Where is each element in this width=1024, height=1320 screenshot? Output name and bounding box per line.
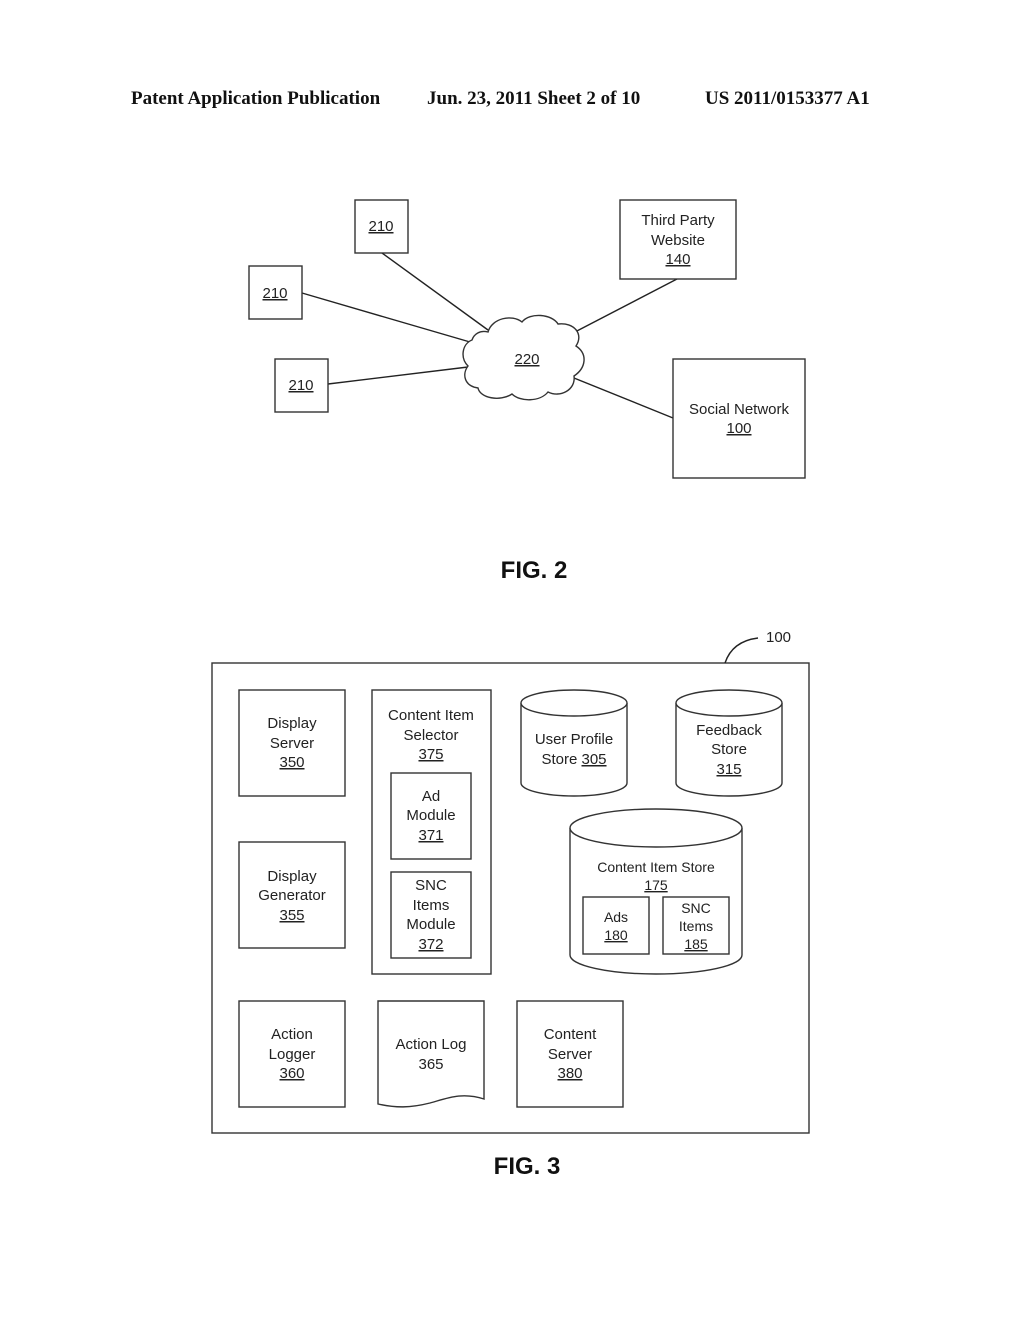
- action-log-ref: 365: [418, 1056, 443, 1073]
- fig2-caption: FIG. 2: [501, 557, 568, 584]
- display-server-line2: Server: [270, 735, 314, 752]
- user-profile-store-line1: User Profile: [535, 731, 613, 748]
- content-item-selector-375: Content Item Selector 375 Ad Module 371 …: [371, 689, 492, 975]
- content-server-line1: Content: [544, 1026, 597, 1043]
- ad-module-line1: Ad: [422, 788, 440, 805]
- display-server-350: Display Server 350: [238, 689, 346, 797]
- display-generator-355: Display Generator 355: [238, 841, 346, 949]
- content-item-selector-line1: Content Item: [388, 707, 474, 724]
- display-server-line1: Display: [267, 715, 317, 732]
- third-party-ref: 140: [665, 251, 690, 268]
- display-generator-line1: Display: [267, 868, 317, 885]
- edge-client-mid-network: [301, 292, 471, 343]
- ads-ref: 180: [604, 927, 628, 943]
- client-device-210-bottom: 210: [274, 358, 329, 413]
- user-profile-store-prefix: Store: [541, 751, 581, 768]
- snc-items-module-line1: SNC: [415, 877, 447, 894]
- action-logger-line1: Action: [271, 1026, 313, 1043]
- network-ref: 220: [514, 351, 539, 368]
- ref-leader-line: [724, 637, 759, 664]
- feedback-store-line2: Store: [711, 741, 747, 758]
- display-generator-line2: Generator: [258, 887, 326, 904]
- social-network-ref: 100: [726, 420, 751, 437]
- content-item-store-label: Content Item Store: [597, 859, 715, 875]
- patent-figures: 210 210 210 220 Third Party Website 140 …: [211, 199, 810, 1180]
- database-cylinder-icon: [520, 703, 628, 797]
- user-profile-store-305: User Profile Store 305: [520, 689, 628, 797]
- third-party-label-line2: Website: [651, 232, 705, 249]
- action-logger-line2: Logger: [269, 1046, 316, 1063]
- content-item-store-ref: 175: [644, 877, 668, 893]
- client-device-ref: 210: [288, 377, 313, 394]
- system-ref-label: 100: [766, 629, 791, 646]
- snc-items-line2: Items: [679, 918, 713, 934]
- user-profile-store-line2: Store 305: [541, 751, 606, 768]
- ad-module-371: Ad Module 371: [390, 772, 472, 860]
- document-icon: [377, 1000, 485, 1108]
- content-item-store-175: Content Item Store 175 Ads 180 SNC Items…: [569, 808, 743, 975]
- client-device-ref: 210: [368, 218, 393, 235]
- snc-items-module-372: SNC Items Module 372: [390, 871, 472, 959]
- display-server-ref: 350: [279, 754, 304, 771]
- display-generator-ref: 355: [279, 907, 304, 924]
- content-server-ref: 380: [557, 1065, 582, 1082]
- snc-items-185: SNC Items 185: [662, 896, 730, 955]
- content-server-380: Content Server 380: [516, 1000, 624, 1108]
- ads-180: Ads 180: [582, 896, 650, 955]
- fig3-diagram: 100 Display Server 350 Display Generator…: [211, 629, 810, 1180]
- snc-items-line1: SNC: [681, 900, 711, 916]
- edge-client-top-network: [381, 252, 489, 331]
- client-device-210-top: 210: [354, 199, 409, 254]
- fig2-diagram: 210 210 210 220 Third Party Website 140 …: [248, 199, 806, 584]
- snc-items-module-line2: Items: [413, 897, 450, 914]
- content-item-selector-line2: Selector: [403, 727, 458, 744]
- action-logger-ref: 360: [279, 1065, 304, 1082]
- client-device-210-middle: 210: [248, 265, 303, 320]
- ad-module-line2: Module: [406, 807, 455, 824]
- edge-client-bottom-network: [327, 366, 469, 385]
- action-log-label: Action Log: [396, 1036, 467, 1053]
- fig3-caption: FIG. 3: [494, 1153, 561, 1180]
- feedback-store-315: Feedback Store 315: [675, 689, 783, 797]
- snc-items-module-ref: 372: [418, 936, 443, 953]
- user-profile-store-ref: 305: [582, 751, 607, 768]
- third-party-website-140: Third Party Website 140: [619, 199, 737, 280]
- edge-network-social-network: [573, 377, 674, 419]
- snc-items-ref: 185: [684, 936, 708, 952]
- edge-network-third-party: [572, 278, 678, 334]
- network-cloud-220: 220: [462, 314, 585, 401]
- feedback-store-line1: Feedback: [696, 722, 762, 739]
- client-device-ref: 210: [262, 285, 287, 302]
- ad-module-ref: 371: [418, 827, 443, 844]
- third-party-label-line1: Third Party: [641, 212, 715, 229]
- action-log-365: Action Log 365: [377, 1000, 485, 1108]
- social-network-100: Social Network 100: [672, 358, 806, 479]
- action-logger-360: Action Logger 360: [238, 1000, 346, 1108]
- content-item-selector-ref: 375: [418, 746, 443, 763]
- ads-label: Ads: [604, 909, 628, 925]
- feedback-store-ref: 315: [716, 761, 741, 778]
- snc-items-module-line3: Module: [406, 916, 455, 933]
- content-server-line2: Server: [548, 1046, 592, 1063]
- social-network-label: Social Network: [689, 401, 790, 418]
